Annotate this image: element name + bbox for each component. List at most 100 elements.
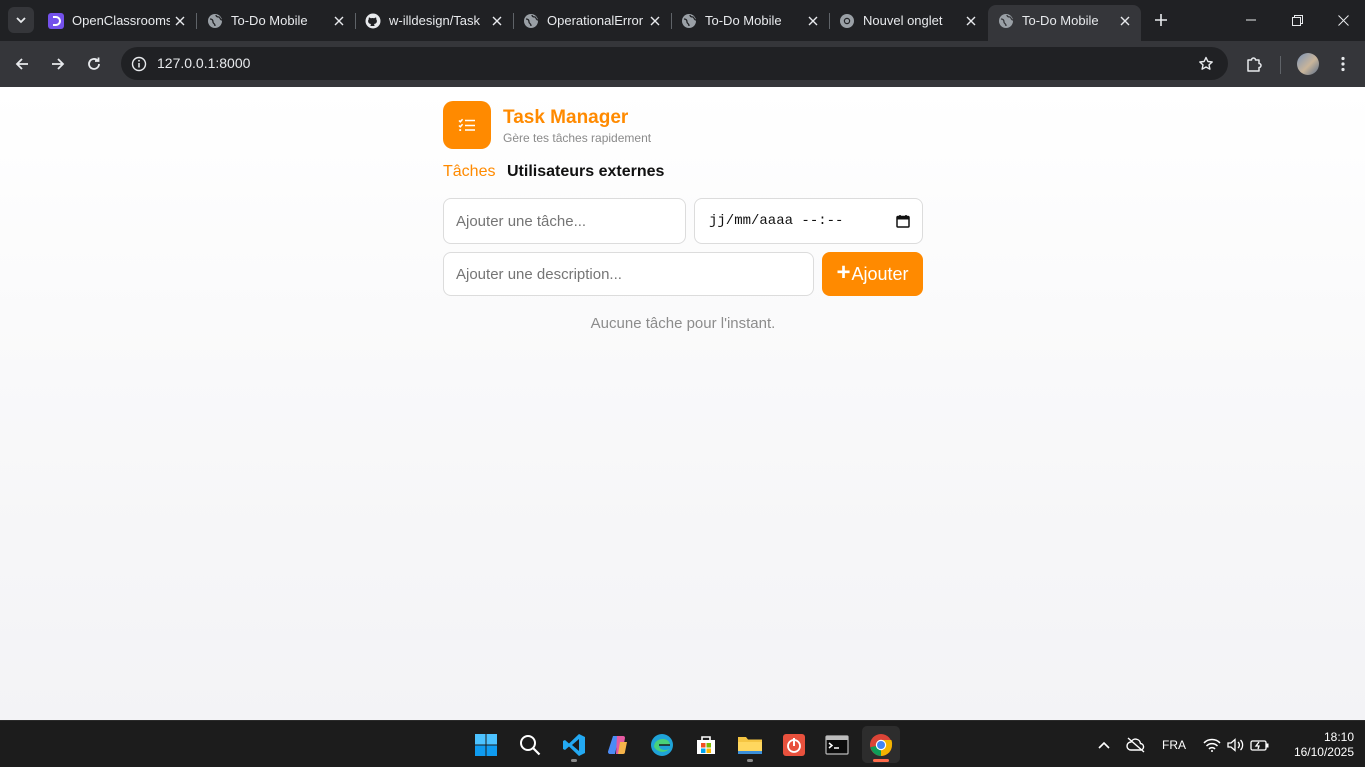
address-bar[interactable]: 127.0.0.1:8000 bbox=[121, 47, 1228, 80]
battery-charging-icon bbox=[1250, 739, 1269, 751]
chrome-icon bbox=[839, 13, 855, 29]
plus-icon bbox=[1155, 14, 1167, 26]
close-icon[interactable] bbox=[803, 11, 823, 31]
tab-search-button[interactable] bbox=[8, 7, 34, 33]
chrome-icon bbox=[870, 733, 893, 756]
browser-tab[interactable]: To-Do Mobile bbox=[197, 5, 356, 36]
clock-date: 16/10/2025 bbox=[1293, 745, 1354, 759]
new-tab-button[interactable] bbox=[1149, 8, 1173, 32]
nav-tab-tasks[interactable]: Tâches bbox=[443, 163, 495, 181]
store-icon bbox=[697, 735, 715, 754]
close-icon[interactable] bbox=[645, 11, 665, 31]
add-task-label: Ajouter bbox=[851, 263, 909, 284]
browser-tab[interactable]: OpenClassrooms bbox=[38, 5, 197, 36]
minimize-button[interactable] bbox=[1228, 0, 1274, 40]
globe-icon bbox=[681, 13, 697, 29]
minimize-icon bbox=[1246, 19, 1256, 21]
file-explorer-icon bbox=[738, 736, 762, 754]
taskbar-terminal[interactable] bbox=[818, 726, 856, 763]
browser-tab-active[interactable]: To-Do Mobile bbox=[988, 5, 1141, 41]
onedrive-status[interactable] bbox=[1124, 721, 1148, 767]
browser-tab[interactable]: OperationalError bbox=[513, 5, 672, 36]
vscode-icon bbox=[563, 733, 585, 756]
power-app-icon bbox=[783, 733, 805, 756]
task-description-input[interactable] bbox=[443, 252, 814, 296]
battery-status[interactable] bbox=[1248, 721, 1272, 767]
close-window-button[interactable] bbox=[1320, 0, 1365, 40]
reload-button[interactable] bbox=[79, 49, 109, 79]
close-icon[interactable] bbox=[1115, 11, 1135, 31]
browser-toolbar: 127.0.0.1:8000 bbox=[0, 41, 1365, 87]
openclassrooms-icon bbox=[48, 12, 64, 29]
language-indicator[interactable]: FRA bbox=[1160, 721, 1188, 767]
arrow-right-icon bbox=[52, 58, 65, 70]
info-icon[interactable] bbox=[129, 54, 149, 74]
calendar-icon[interactable] bbox=[896, 214, 910, 228]
taskbar-chrome[interactable] bbox=[862, 726, 900, 763]
empty-state-message: Aucune tâche pour l'instant. bbox=[590, 315, 776, 332]
windows-start-icon bbox=[475, 733, 497, 756]
browser-tab[interactable]: w-illdesign/Task bbox=[355, 5, 514, 36]
system-clock[interactable]: 18:10 16/10/2025 bbox=[1280, 730, 1354, 760]
restore-icon bbox=[1291, 14, 1303, 26]
chevron-up-icon bbox=[1098, 741, 1110, 749]
tab-title: Nouvel onglet bbox=[863, 13, 943, 28]
globe-icon bbox=[998, 13, 1014, 29]
nav-tab-external-users[interactable]: Utilisateurs externes bbox=[507, 163, 664, 181]
globe-icon bbox=[207, 13, 223, 29]
puzzle-icon bbox=[1247, 57, 1262, 72]
taskbar-copilot[interactable] bbox=[599, 726, 637, 763]
clock-time: 18:10 bbox=[1323, 730, 1354, 744]
due-datetime-input[interactable]: jj/mm/aaaa --:-- bbox=[694, 198, 923, 244]
tab-title: OpenClassrooms bbox=[72, 13, 170, 28]
browser-tab[interactable]: Nouvel onglet bbox=[829, 5, 987, 36]
terminal-icon bbox=[825, 734, 849, 755]
windows-taskbar: FRA 18:10 16/10/2025 bbox=[0, 720, 1365, 767]
page-viewport: Task Manager Gère tes tâches rapidement … bbox=[0, 87, 1365, 720]
task-title-input[interactable] bbox=[443, 198, 686, 244]
url-text[interactable]: 127.0.0.1:8000 bbox=[157, 55, 250, 71]
running-indicator bbox=[747, 759, 753, 762]
browser-menu-button[interactable] bbox=[1328, 49, 1358, 79]
close-icon[interactable] bbox=[170, 11, 190, 31]
windows-start-button[interactable] bbox=[467, 726, 505, 763]
restore-button[interactable] bbox=[1274, 0, 1320, 40]
app-title: Task Manager bbox=[503, 107, 629, 128]
globe-icon bbox=[523, 13, 539, 29]
close-icon bbox=[1337, 14, 1349, 26]
checklist-icon bbox=[458, 118, 475, 131]
reload-icon bbox=[88, 57, 100, 70]
search-icon bbox=[520, 734, 541, 755]
extensions-button[interactable] bbox=[1239, 49, 1269, 79]
arrow-left-icon bbox=[15, 58, 28, 70]
tab-title: OperationalError bbox=[547, 13, 644, 28]
forward-button[interactable] bbox=[43, 49, 73, 79]
active-indicator bbox=[873, 759, 889, 762]
tab-title: w-illdesign/Task bbox=[389, 13, 481, 28]
taskbar-store[interactable] bbox=[687, 726, 725, 763]
back-button[interactable] bbox=[7, 49, 37, 79]
tab-title: To-Do Mobile bbox=[705, 13, 782, 28]
add-task-button[interactable]: + Ajouter bbox=[822, 252, 923, 296]
browser-tab[interactable]: To-Do Mobile bbox=[671, 5, 830, 36]
volume-status[interactable] bbox=[1225, 721, 1247, 767]
close-icon[interactable] bbox=[961, 11, 981, 31]
toolbar-divider bbox=[1280, 56, 1281, 74]
bookmark-star-icon[interactable] bbox=[1196, 54, 1216, 74]
taskbar-power-app[interactable] bbox=[775, 726, 813, 763]
close-icon[interactable] bbox=[487, 11, 507, 31]
taskbar-search[interactable] bbox=[511, 726, 549, 763]
volume-icon bbox=[1227, 737, 1244, 752]
app-subtitle: Gère tes tâches rapidement bbox=[503, 131, 652, 145]
running-indicator bbox=[571, 759, 577, 762]
tab-title: To-Do Mobile bbox=[1022, 13, 1099, 28]
wifi-status[interactable] bbox=[1200, 721, 1224, 767]
close-icon[interactable] bbox=[329, 11, 349, 31]
taskbar-file-explorer[interactable] bbox=[731, 726, 769, 763]
profile-avatar[interactable] bbox=[1297, 53, 1319, 75]
show-hidden-icons-button[interactable] bbox=[1094, 721, 1114, 767]
taskbar-edge[interactable] bbox=[643, 726, 681, 763]
chevron-down-icon bbox=[16, 17, 26, 24]
plus-icon: + bbox=[836, 259, 851, 286]
taskbar-vscode[interactable] bbox=[555, 726, 593, 763]
